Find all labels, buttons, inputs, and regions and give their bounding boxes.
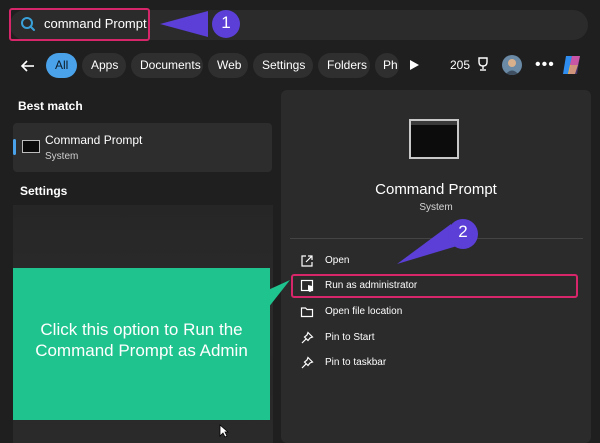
action-pin-to-taskbar-label: Pin to taskbar xyxy=(325,357,387,368)
command-prompt-large-icon xyxy=(409,119,459,159)
filter-chip-apps[interactable]: Apps xyxy=(82,53,126,78)
action-open-label: Open xyxy=(325,255,350,266)
detail-app-title: Command Prompt xyxy=(375,181,497,198)
best-match-result[interactable] xyxy=(13,123,272,172)
filter-chip-settings[interactable]: Settings xyxy=(253,53,313,78)
filter-chip-photos[interactable]: Ph xyxy=(375,53,399,78)
action-open-file-location-label: Open file location xyxy=(325,306,403,317)
filter-chip-folders[interactable]: Folders xyxy=(318,53,370,78)
user-avatar[interactable] xyxy=(502,55,522,75)
best-match-heading: Best match xyxy=(18,99,83,113)
step-1-number: 1 xyxy=(221,13,231,32)
filter-chip-documents[interactable]: Documents xyxy=(131,53,203,78)
selection-indicator xyxy=(13,139,16,155)
filter-chip-all[interactable]: All xyxy=(46,53,77,78)
detail-app-subtitle: System xyxy=(419,202,453,213)
best-match-title: Command Prompt xyxy=(45,133,143,147)
pin-icon xyxy=(301,356,314,369)
play-icon[interactable] xyxy=(408,59,420,71)
folder-icon xyxy=(300,307,314,318)
rewards-trophy-icon[interactable] xyxy=(476,56,490,72)
action-pin-to-taskbar[interactable]: Pin to taskbar xyxy=(300,353,570,375)
action-open-file-location[interactable]: Open file location xyxy=(300,302,570,324)
filter-chip-web[interactable]: Web xyxy=(208,53,248,78)
search-highlight-box xyxy=(9,8,150,41)
step-2-number: 2 xyxy=(458,222,468,241)
action-pin-to-start-label: Pin to Start xyxy=(325,332,375,343)
mouse-cursor-icon xyxy=(219,424,229,438)
instruction-callout-text: Click this option to Run the Command Pro… xyxy=(35,320,248,360)
callout-pointer xyxy=(268,280,290,308)
settings-heading: Settings xyxy=(20,184,68,198)
rewards-points: 205 xyxy=(450,58,471,72)
copilot-icon[interactable] xyxy=(560,53,584,77)
open-external-icon xyxy=(301,255,313,267)
action-pin-to-start[interactable]: Pin to Start xyxy=(300,328,570,350)
command-prompt-icon xyxy=(22,140,40,153)
command-prompt-icon-titlebar xyxy=(411,121,457,125)
run-as-admin-highlight-box xyxy=(291,274,578,298)
best-match-subtitle: System xyxy=(45,151,79,162)
pin-icon xyxy=(301,331,314,344)
more-options-icon[interactable]: ••• xyxy=(535,56,555,74)
back-arrow-icon[interactable] xyxy=(18,56,38,76)
